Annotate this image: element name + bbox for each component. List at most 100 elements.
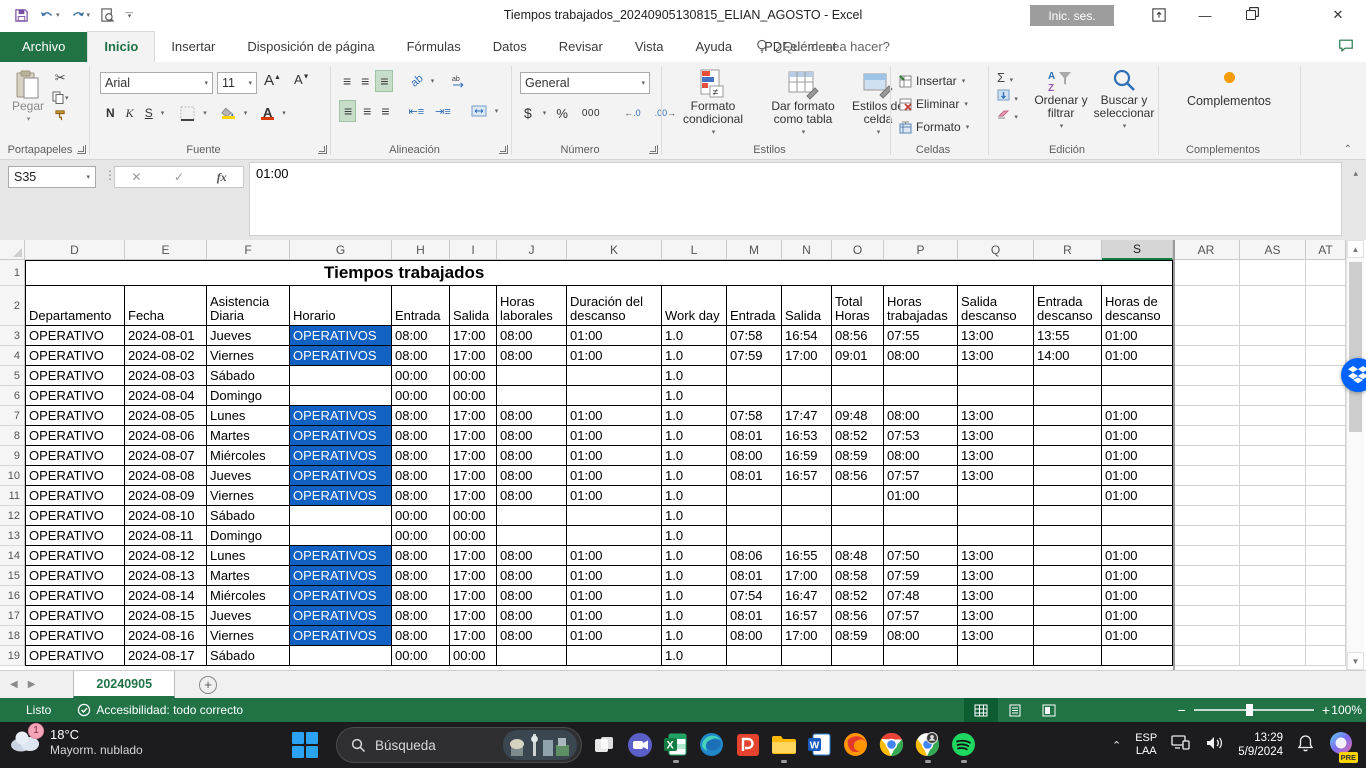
- cell-J3[interactable]: 08:00: [497, 326, 567, 346]
- col-header-G[interactable]: G: [290, 240, 392, 260]
- fill-color-icon[interactable]: [217, 102, 240, 124]
- cell-P11[interactable]: 01:00: [884, 486, 958, 506]
- cell-P7[interactable]: 08:00: [884, 406, 958, 426]
- row-header-14[interactable]: 14: [0, 546, 25, 566]
- cell-H13[interactable]: 00:00: [392, 526, 450, 546]
- cell-F10[interactable]: Jueves: [207, 466, 290, 486]
- cell-AS16[interactable]: [1240, 586, 1306, 606]
- print-preview-icon[interactable]: [100, 8, 115, 23]
- cell-S16[interactable]: 01:00: [1102, 586, 1173, 606]
- cell-G4[interactable]: OPERATIVOS: [290, 346, 392, 366]
- autosum-icon[interactable]: Σ ▾: [997, 70, 1018, 85]
- tab-vista[interactable]: Vista: [619, 32, 680, 62]
- cell-Q6[interactable]: [958, 386, 1034, 406]
- cell-AS7[interactable]: [1240, 406, 1306, 426]
- cell-K16[interactable]: 01:00: [567, 586, 662, 606]
- formula-bar-collapse-icon[interactable]: ▴: [1353, 168, 1358, 179]
- cell-D4[interactable]: OPERATIVO: [25, 346, 125, 366]
- cell-N5[interactable]: [782, 366, 832, 386]
- cell-K9[interactable]: 01:00: [567, 446, 662, 466]
- cell-N16[interactable]: 16:47: [782, 586, 832, 606]
- cell-R13[interactable]: [1034, 526, 1102, 546]
- cell-AR18[interactable]: [1173, 626, 1240, 646]
- cell-F11[interactable]: Viernes: [207, 486, 290, 506]
- cell-S10[interactable]: 01:00: [1102, 466, 1173, 486]
- cell-H15[interactable]: 08:00: [392, 566, 450, 586]
- col-header-R[interactable]: R: [1034, 240, 1102, 260]
- cell-AS4[interactable]: [1240, 346, 1306, 366]
- cell-D14[interactable]: OPERATIVO: [25, 546, 125, 566]
- sort-filter-button[interactable]: AZ Ordenar y filtrar▾: [1029, 68, 1093, 133]
- cell-F19[interactable]: Sábado: [207, 646, 290, 666]
- col-header-J[interactable]: J: [497, 240, 567, 260]
- cell-J13[interactable]: [497, 526, 567, 546]
- cell-H16[interactable]: 08:00: [392, 586, 450, 606]
- cell-H17[interactable]: 08:00: [392, 606, 450, 626]
- cell-D13[interactable]: OPERATIVO: [25, 526, 125, 546]
- cell-AT12[interactable]: [1306, 506, 1346, 526]
- cell-AR15[interactable]: [1173, 566, 1240, 586]
- cell-I10[interactable]: 17:00: [450, 466, 497, 486]
- cell-N17[interactable]: 16:57: [782, 606, 832, 626]
- cell-K17[interactable]: 01:00: [567, 606, 662, 626]
- col-header-H[interactable]: H: [392, 240, 450, 260]
- cell-J9[interactable]: 08:00: [497, 446, 567, 466]
- header-cell-M2[interactable]: Entrada: [727, 286, 782, 326]
- cell-D12[interactable]: OPERATIVO: [25, 506, 125, 526]
- cell-J17[interactable]: 08:00: [497, 606, 567, 626]
- cell-S12[interactable]: [1102, 506, 1173, 526]
- cell-G15[interactable]: OPERATIVOS: [290, 566, 392, 586]
- cell-AT4[interactable]: [1306, 346, 1346, 366]
- cell-R19[interactable]: [1034, 646, 1102, 666]
- cell-L15[interactable]: 1.0: [662, 566, 727, 586]
- cell-J5[interactable]: [497, 366, 567, 386]
- cell-D17[interactable]: OPERATIVO: [25, 606, 125, 626]
- notification-bell-icon[interactable]: [1297, 734, 1314, 757]
- cell-AT14[interactable]: [1306, 546, 1346, 566]
- redo-icon[interactable]: ▾: [70, 9, 91, 22]
- cell-Q9[interactable]: 13:00: [958, 446, 1034, 466]
- cell-F7[interactable]: Lunes: [207, 406, 290, 426]
- cell-D5[interactable]: OPERATIVO: [25, 366, 125, 386]
- cell-L14[interactable]: 1.0: [662, 546, 727, 566]
- cell-N15[interactable]: 17:00: [782, 566, 832, 586]
- cell-R4[interactable]: 14:00: [1034, 346, 1102, 366]
- copy-icon[interactable]: ▾: [52, 91, 69, 104]
- cell-K10[interactable]: 01:00: [567, 466, 662, 486]
- cell-P8[interactable]: 07:53: [884, 426, 958, 446]
- col-header-M[interactable]: M: [727, 240, 782, 260]
- number-dialog-launcher[interactable]: [649, 145, 658, 154]
- cell-I15[interactable]: 17:00: [450, 566, 497, 586]
- cell-F3[interactable]: Jueves: [207, 326, 290, 346]
- cell-AT15[interactable]: [1306, 566, 1346, 586]
- cell-AR10[interactable]: [1173, 466, 1240, 486]
- cell-O17[interactable]: 08:56: [832, 606, 884, 626]
- increase-font-icon[interactable]: A▲: [264, 72, 281, 89]
- cell-R12[interactable]: [1034, 506, 1102, 526]
- cell-AS10[interactable]: [1240, 466, 1306, 486]
- edge-icon[interactable]: [698, 728, 725, 761]
- insert-function-icon[interactable]: fx: [217, 170, 227, 185]
- cell-R10[interactable]: [1034, 466, 1102, 486]
- row-header-3[interactable]: 3: [0, 326, 25, 346]
- cell-J10[interactable]: 08:00: [497, 466, 567, 486]
- cell-E15[interactable]: 2024-08-13: [125, 566, 207, 586]
- cell-G10[interactable]: OPERATIVOS: [290, 466, 392, 486]
- addins-button[interactable]: Complementos: [1179, 72, 1279, 108]
- cell-AT7[interactable]: [1306, 406, 1346, 426]
- minimize-button[interactable]: —: [1182, 0, 1228, 30]
- cell-P19[interactable]: [884, 646, 958, 666]
- cell-N12[interactable]: [782, 506, 832, 526]
- cell-M9[interactable]: 08:00: [727, 446, 782, 466]
- cell-L7[interactable]: 1.0: [662, 406, 727, 426]
- cell-F13[interactable]: Domingo: [207, 526, 290, 546]
- cell-E5[interactable]: 2024-08-03: [125, 366, 207, 386]
- cell-AT8[interactable]: [1306, 426, 1346, 446]
- cell-AR14[interactable]: [1173, 546, 1240, 566]
- cell-Q14[interactable]: 13:00: [958, 546, 1034, 566]
- cell-AR7[interactable]: [1173, 406, 1240, 426]
- cell-G5[interactable]: [290, 366, 392, 386]
- cell-E12[interactable]: 2024-08-10: [125, 506, 207, 526]
- cell-P16[interactable]: 07:48: [884, 586, 958, 606]
- cell-J15[interactable]: 08:00: [497, 566, 567, 586]
